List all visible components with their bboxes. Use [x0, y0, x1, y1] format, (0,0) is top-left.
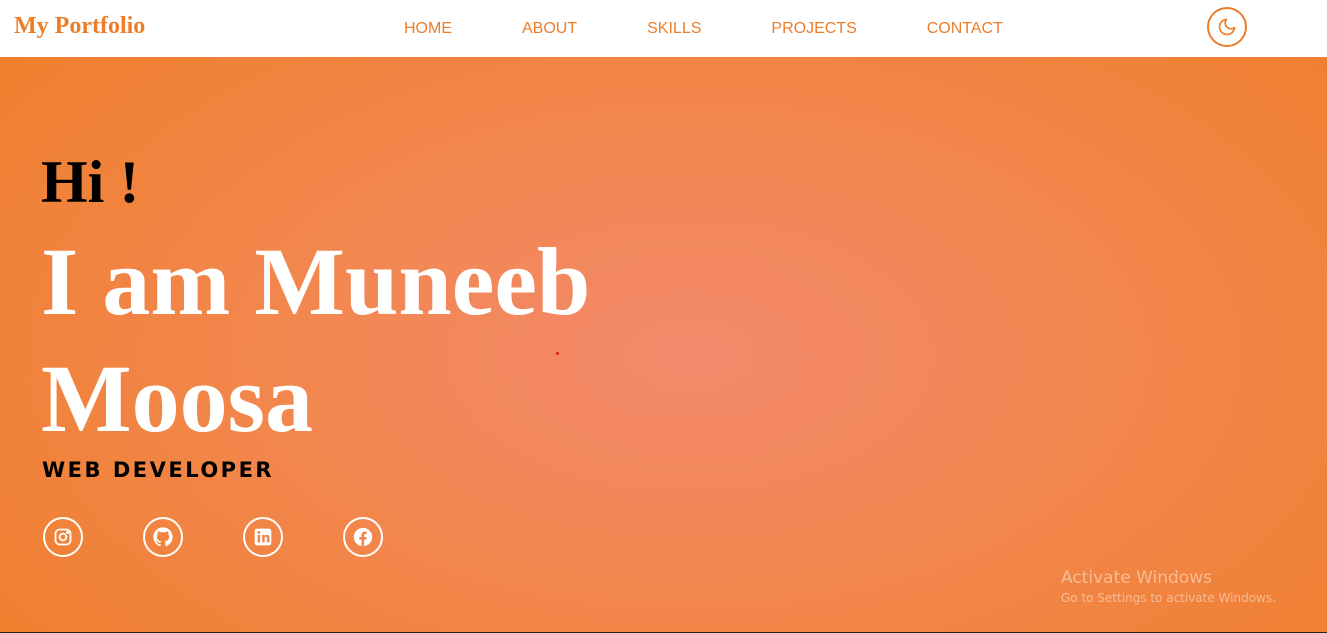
nav-links: HOME ABOUT SKILLS PROJECTS CONTACT: [404, 0, 1003, 57]
linkedin-link[interactable]: [243, 517, 283, 557]
instagram-icon: [54, 528, 72, 546]
brand-logo[interactable]: My Portfolio: [14, 11, 145, 41]
nav-item-home: HOME: [404, 20, 452, 38]
nav-link-skills[interactable]: SKILLS: [647, 20, 701, 37]
mouse-cursor-dot: [556, 352, 559, 355]
nav-item-projects: PROJECTS: [771, 20, 856, 38]
nav-link-contact[interactable]: CONTACT: [927, 20, 1003, 37]
hero-name-line-1: I am Muneeb: [41, 228, 591, 335]
facebook-icon: [353, 527, 373, 547]
moon-icon: [1218, 18, 1236, 36]
facebook-link[interactable]: [343, 517, 383, 557]
navbar: My Portfolio HOME ABOUT SKILLS PROJECTS …: [0, 0, 1327, 57]
theme-toggle-button[interactable]: [1207, 7, 1247, 47]
linkedin-icon: [254, 528, 272, 546]
watermark-title: Activate Windows: [1061, 568, 1212, 588]
nav-item-about: ABOUT: [522, 20, 577, 38]
hero-section: Hi ! I am Muneeb Moosa WEB DEVELOPER Act…: [0, 57, 1327, 633]
nav-link-projects[interactable]: PROJECTS: [771, 20, 856, 37]
github-icon: [153, 527, 173, 547]
nav-item-skills: SKILLS: [647, 20, 701, 38]
nav-item-contact: CONTACT: [927, 20, 1003, 38]
hero-name-line-2: Moosa: [41, 345, 313, 452]
windows-activation-watermark: Activate Windows Go to Settings to activ…: [1061, 567, 1276, 607]
hero-role: WEB DEVELOPER: [42, 458, 275, 482]
instagram-link[interactable]: [43, 517, 83, 557]
social-links: [43, 517, 383, 557]
hero-greeting: Hi !: [41, 149, 140, 215]
nav-link-about[interactable]: ABOUT: [522, 20, 577, 37]
watermark-subtitle: Go to Settings to activate Windows.: [1061, 591, 1276, 605]
nav-link-home[interactable]: HOME: [404, 20, 452, 37]
github-link[interactable]: [143, 517, 183, 557]
